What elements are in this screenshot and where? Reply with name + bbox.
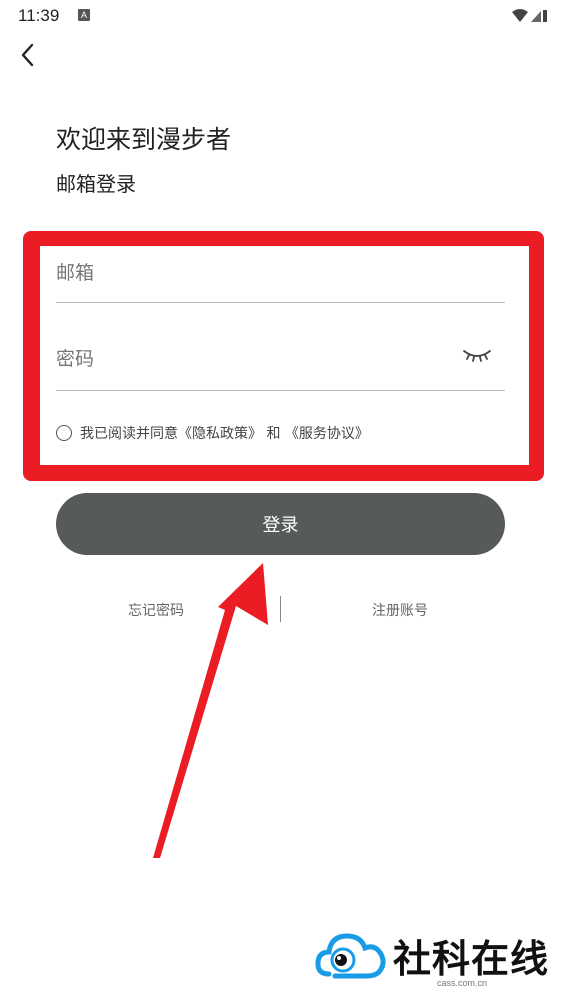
service-agreement-link[interactable]: 《服务协议》 <box>285 423 369 443</box>
page-title: 欢迎来到漫步者 <box>56 125 232 154</box>
login-button-label: 登录 <box>262 515 299 536</box>
wifi-icon <box>512 9 528 22</box>
status-bar: 11:39 A <box>0 0 561 32</box>
agreement-text: 我已阅读并同意 <box>80 426 178 442</box>
forgot-password-link[interactable]: 忘记密码 <box>128 600 184 620</box>
status-icons <box>512 9 547 22</box>
password-underline <box>56 390 505 391</box>
agreement-and: 和 <box>262 426 285 442</box>
watermark-logo <box>315 933 386 979</box>
chevron-left-icon <box>21 43 34 67</box>
password-input[interactable]: 密码 <box>56 344 94 371</box>
links-divider <box>280 596 281 622</box>
agreement-row: 我已阅读并同意 《隐私政策》 和 《服务协议》 <box>56 422 369 444</box>
page-subtitle: 邮箱登录 <box>56 172 136 196</box>
email-underline <box>56 302 505 303</box>
status-time: 11:39 <box>18 6 60 25</box>
agreement-checkbox[interactable] <box>56 425 72 441</box>
email-input[interactable]: 邮箱 <box>56 258 94 285</box>
watermark-url: cass.com.cn <box>437 978 488 988</box>
login-button[interactable]: 登录 <box>56 493 505 555</box>
signal-icon <box>531 11 541 22</box>
back-button[interactable] <box>14 40 44 70</box>
watermark-text: 社科在线 <box>393 936 550 981</box>
eye-closed-icon <box>463 350 491 362</box>
register-link[interactable]: 注册账号 <box>372 600 428 620</box>
password-visibility-toggle[interactable] <box>461 342 493 366</box>
notification-icon: A <box>78 9 90 21</box>
privacy-policy-link[interactable]: 《隐私政策》 <box>178 423 262 443</box>
battery-icon <box>543 10 547 22</box>
